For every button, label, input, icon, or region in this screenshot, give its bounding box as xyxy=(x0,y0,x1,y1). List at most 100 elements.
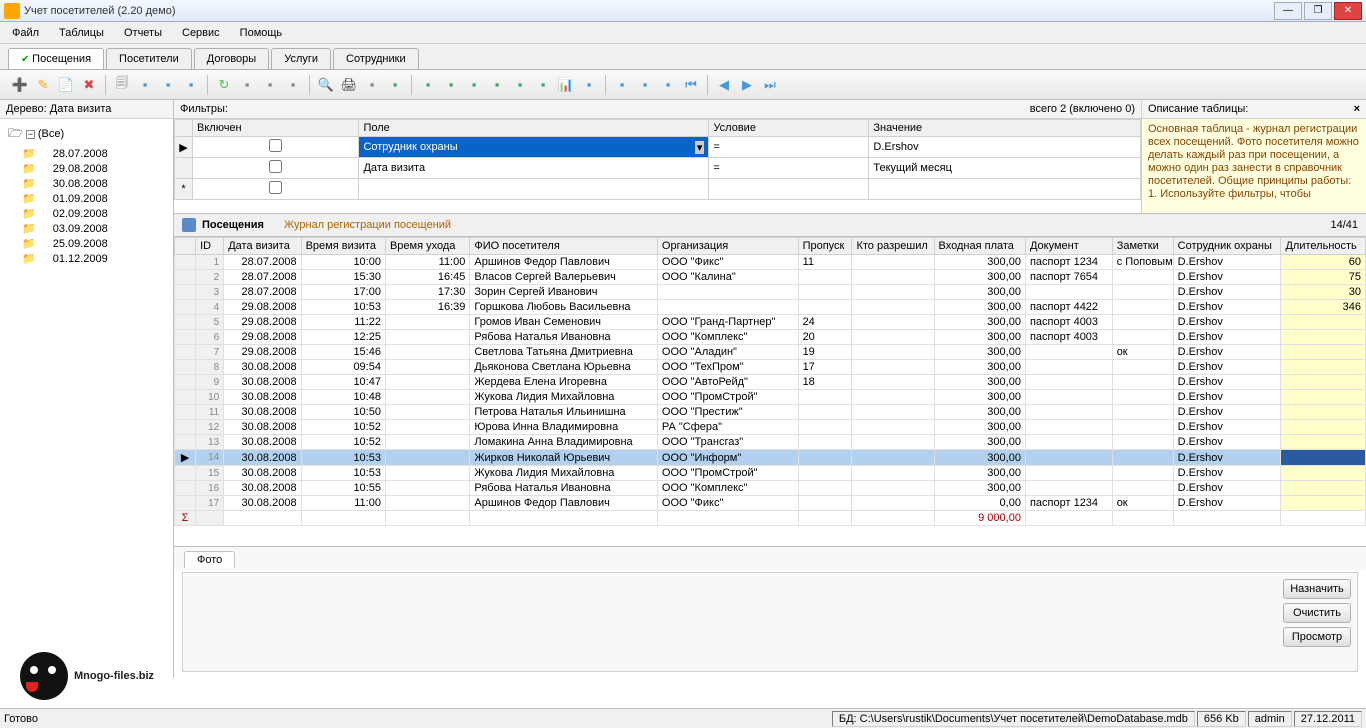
toolbar-btn-25[interactable]: ▪ xyxy=(635,75,655,95)
table-row[interactable]: 729.08.200815:46Светлова Татьяна Дмитрие… xyxy=(175,345,1366,360)
toolbar-btn-18[interactable]: ▪ xyxy=(464,75,484,95)
tree-root[interactable]: −(Все) xyxy=(6,123,167,146)
table-row[interactable]: 930.08.200810:47Жердева Елена ИгоревнаОО… xyxy=(175,375,1366,390)
menu-Сервис[interactable]: Сервис xyxy=(172,24,230,42)
grid-subtitle: Журнал регистрации посещений xyxy=(284,219,451,231)
data-grid[interactable]: IDДата визитаВремя визитаВремя уходаФИО … xyxy=(174,237,1366,546)
toolbar-btn-23[interactable]: ▪ xyxy=(579,75,599,95)
grid-icon xyxy=(182,218,196,232)
toolbar-btn-19[interactable]: ▪ xyxy=(487,75,507,95)
toolbar-btn-11[interactable]: ▪ xyxy=(283,75,303,95)
table-row[interactable]: 228.07.200815:3016:45Власов Сергей Валер… xyxy=(175,270,1366,285)
photo-Назначить[interactable]: Назначить xyxy=(1283,579,1351,599)
table-row[interactable]: 328.07.200817:0017:30Зорин Сергей Иванов… xyxy=(175,285,1366,300)
photo-tab[interactable]: Фото xyxy=(184,551,235,568)
toolbar-btn-16[interactable]: ▪ xyxy=(418,75,438,95)
status-db: БД: C:\Users\rustik\Documents\Учет посет… xyxy=(832,711,1195,727)
toolbar-btn-28[interactable]: ◀ xyxy=(714,75,734,95)
toolbar-btn-3[interactable]: ✖ xyxy=(79,75,99,95)
toolbar-btn-27[interactable]: ⏮ xyxy=(681,75,701,95)
menu-Отчеты[interactable]: Отчеты xyxy=(114,24,172,42)
table-row[interactable]: 1230.08.200810:52Юрова Инна Владимировна… xyxy=(175,420,1366,435)
toolbar-btn-22[interactable]: 📊 xyxy=(556,75,576,95)
photo-Просмотр[interactable]: Просмотр xyxy=(1283,627,1351,647)
tree-node[interactable]: 29.08.2008 xyxy=(6,161,167,176)
filters-label: Фильтры: xyxy=(174,100,234,118)
toolbar-btn-8[interactable]: ↻ xyxy=(214,75,234,95)
toolbar-btn-20[interactable]: ▪ xyxy=(510,75,530,95)
status-date: 27.12.2011 xyxy=(1294,711,1362,727)
window-title: Учет посетителей (2.20 демо) xyxy=(24,5,1274,17)
tree-header: Дерево: Дата визита xyxy=(0,100,173,119)
toolbar-btn-6[interactable]: ▪ xyxy=(158,75,178,95)
toolbar-btn-9[interactable]: ▪ xyxy=(237,75,257,95)
filter-enable[interactable] xyxy=(269,160,282,173)
table-row[interactable]: 1030.08.200810:48Жукова Лидия Михайловна… xyxy=(175,390,1366,405)
table-row[interactable]: 1630.08.200810:55Рябова Наталья Ивановна… xyxy=(175,481,1366,496)
tree-panel: Дерево: Дата визита −(Все)28.07.200829.0… xyxy=(0,100,174,678)
statusbar: Готово БД: C:\Users\rustik\Documents\Уче… xyxy=(0,708,1366,728)
toolbar-btn-4[interactable]: 🗐 xyxy=(112,75,132,95)
toolbar-btn-7[interactable]: ▪ xyxy=(181,75,201,95)
titlebar: Учет посетителей (2.20 демо) — ❐ ✕ xyxy=(0,0,1366,22)
table-row[interactable]: 128.07.200810:0011:00Аршинов Федор Павло… xyxy=(175,255,1366,270)
table-row[interactable]: 1530.08.200810:53Жукова Лидия Михайловна… xyxy=(175,466,1366,481)
filters-stats: всего 2 (включено 0) xyxy=(234,100,1141,118)
menu-Помощь[interactable]: Помощь xyxy=(230,24,293,42)
maximize-button[interactable]: ❐ xyxy=(1304,2,1332,20)
toolbar-btn-15[interactable]: ▪ xyxy=(385,75,405,95)
toolbar-btn-24[interactable]: ▪ xyxy=(612,75,632,95)
table-row[interactable]: 629.08.200812:25Рябова Наталья ИвановнаО… xyxy=(175,330,1366,345)
toolbar-btn-2[interactable]: 📄 xyxy=(56,75,76,95)
status-ready: Готово xyxy=(4,713,38,725)
table-row[interactable]: 1730.08.200811:00Аршинов Федор ПавловичО… xyxy=(175,496,1366,511)
tree-node[interactable]: 25.09.2008 xyxy=(6,236,167,251)
table-row[interactable]: ▶1430.08.200810:53Жирков Николай Юрьевич… xyxy=(175,450,1366,466)
tree-node[interactable]: 02.09.2008 xyxy=(6,206,167,221)
grid-title: Посещения xyxy=(202,219,264,231)
table-row[interactable]: 1330.08.200810:52Ломакина Анна Владимиро… xyxy=(175,435,1366,450)
toolbar-btn-29[interactable]: ▶ xyxy=(737,75,757,95)
toolbar-btn-30[interactable]: ⏭ xyxy=(760,75,780,95)
status-size: 656 Kb xyxy=(1197,711,1246,727)
toolbar-btn-17[interactable]: ▪ xyxy=(441,75,461,95)
tab-Услуги[interactable]: Услуги xyxy=(271,48,331,69)
close-button[interactable]: ✕ xyxy=(1334,2,1362,20)
toolbar-btn-14[interactable]: ▪ xyxy=(362,75,382,95)
table-row[interactable]: 429.08.200810:5316:39Горшкова Любовь Вас… xyxy=(175,300,1366,315)
close-desc-icon[interactable]: × xyxy=(1354,103,1360,115)
toolbar-btn-10[interactable]: ▪ xyxy=(260,75,280,95)
toolbar-btn-5[interactable]: ▪ xyxy=(135,75,155,95)
grid-count: 14/41 xyxy=(1330,219,1358,231)
toolbar-btn-1[interactable]: ✎ xyxy=(33,75,53,95)
table-row[interactable]: 529.08.200811:22Громов Иван СеменовичООО… xyxy=(175,315,1366,330)
menubar: ФайлТаблицыОтчетыСервисПомощь xyxy=(0,22,1366,44)
toolbar-btn-0[interactable]: ➕ xyxy=(10,75,30,95)
tab-Сотрудники[interactable]: Сотрудники xyxy=(333,48,419,69)
tree-node[interactable]: 28.07.2008 xyxy=(6,146,167,161)
app-icon xyxy=(4,3,20,19)
filter-enable[interactable] xyxy=(269,139,282,152)
table-row[interactable]: 830.08.200809:54Дьяконова Светлана Юрьев… xyxy=(175,360,1366,375)
tab-Посетители[interactable]: Посетители xyxy=(106,48,192,69)
toolbar-btn-12[interactable]: 🔍 xyxy=(316,75,336,95)
tree-node[interactable]: 03.09.2008 xyxy=(6,221,167,236)
minimize-button[interactable]: — xyxy=(1274,2,1302,20)
tree-node[interactable]: 30.08.2008 xyxy=(6,176,167,191)
toolbar-btn-26[interactable]: ▪ xyxy=(658,75,678,95)
toolbar-btn-13[interactable]: 🖨 xyxy=(339,75,359,95)
filter-grid[interactable]: ВключенПолеУсловиеЗначение▶Сотрудник охр… xyxy=(174,119,1141,213)
menu-Файл[interactable]: Файл xyxy=(2,24,49,42)
tree-node[interactable]: 01.12.2009 xyxy=(6,251,167,266)
main-tabs: ПосещенияПосетителиДоговорыУслугиСотрудн… xyxy=(0,44,1366,70)
photo-Очистить[interactable]: Очистить xyxy=(1283,603,1351,623)
date-tree[interactable]: −(Все)28.07.200829.08.200830.08.200801.0… xyxy=(0,119,173,678)
toolbar-btn-21[interactable]: ▪ xyxy=(533,75,553,95)
toolbar: ➕✎📄✖🗐▪▪▪↻▪▪▪🔍🖨▪▪▪▪▪▪▪▪📊▪▪▪▪⏮◀▶⏭ xyxy=(0,70,1366,100)
table-row[interactable]: 1130.08.200810:50Петрова Наталья Ильиниш… xyxy=(175,405,1366,420)
desc-header: Описание таблицы: xyxy=(1148,103,1248,115)
tab-Договоры[interactable]: Договоры xyxy=(194,48,269,69)
tab-Посещения[interactable]: Посещения xyxy=(8,48,104,69)
menu-Таблицы[interactable]: Таблицы xyxy=(49,24,114,42)
tree-node[interactable]: 01.09.2008 xyxy=(6,191,167,206)
